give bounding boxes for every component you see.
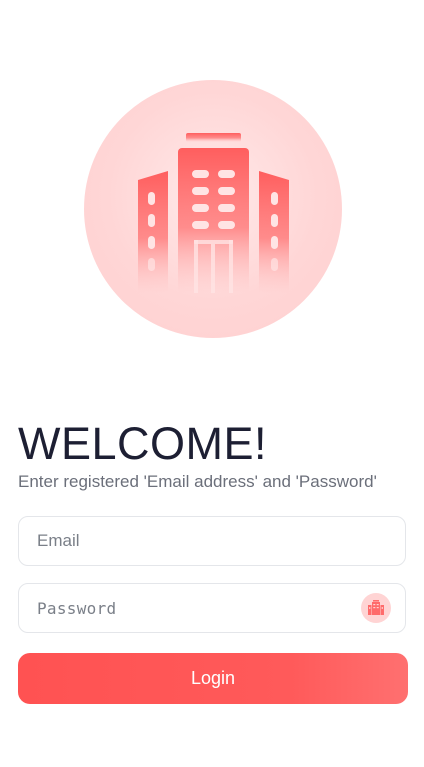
- password-toggle-button[interactable]: [361, 593, 391, 623]
- password-input[interactable]: [37, 584, 357, 632]
- login-screen: WELCOME! Enter registered 'Email address…: [0, 0, 424, 767]
- password-field[interactable]: [18, 583, 406, 633]
- page-title: WELCOME!: [18, 418, 268, 469]
- page-subtitle: Enter registered 'Email address' and 'Pa…: [18, 472, 377, 491]
- email-input[interactable]: [37, 517, 357, 565]
- hero-illustration: [84, 80, 342, 338]
- building-icon: [138, 133, 289, 293]
- email-field[interactable]: [18, 516, 406, 566]
- login-button[interactable]: Login: [18, 653, 408, 704]
- building-icon: [368, 600, 384, 615]
